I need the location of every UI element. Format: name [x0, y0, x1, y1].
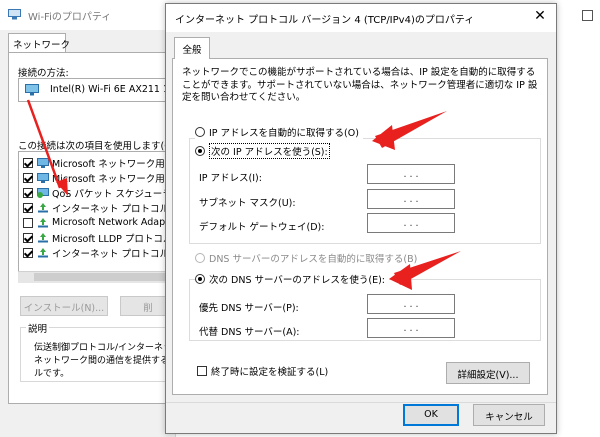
red-arrow-icon — [26, 99, 62, 189]
annotation-arrows — [26, 99, 461, 290]
red-arrow-icon — [389, 264, 412, 290]
